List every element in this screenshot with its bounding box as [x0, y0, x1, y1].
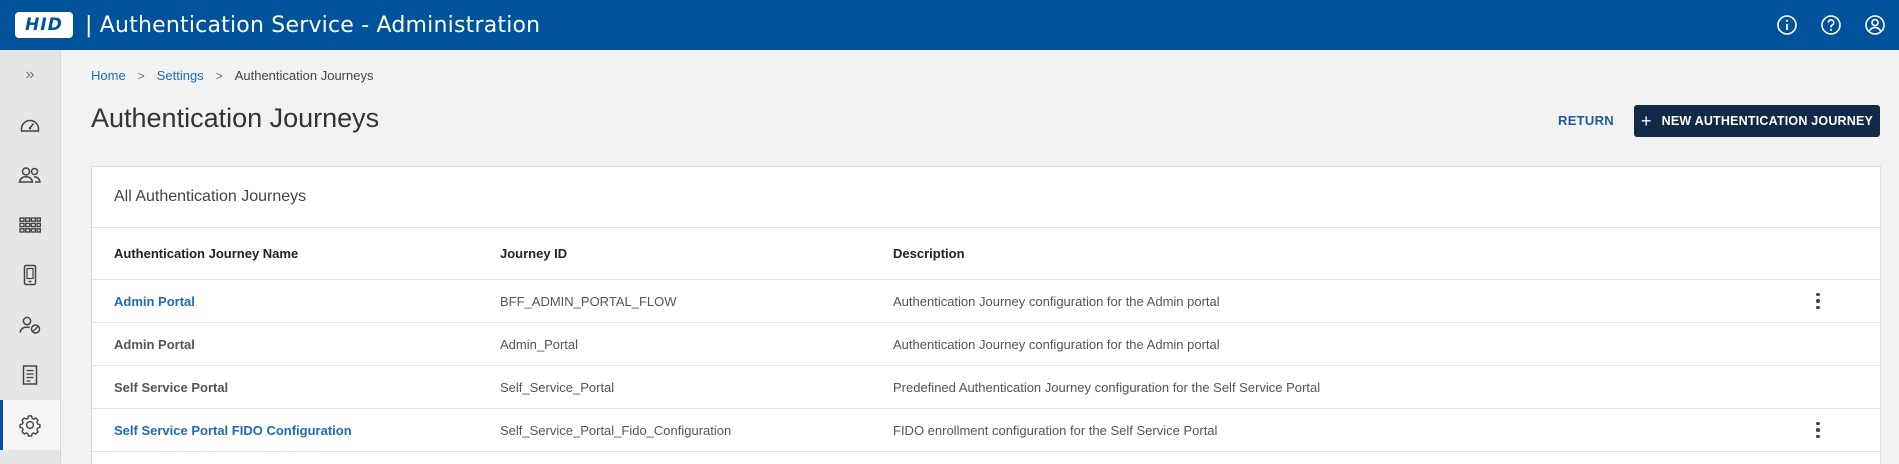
journey-id: Self_Service_Portal_Fido_Configuration — [500, 422, 732, 438]
breadcrumb: Home > Settings > Authentication Journey… — [91, 68, 373, 83]
mobile-device-icon — [23, 264, 37, 286]
new-authentication-journey-button[interactable]: + NEW AUTHENTICATION JOURNEY — [1634, 105, 1880, 137]
journey-id: Self_Service_Portal — [500, 379, 615, 395]
column-header-name: Authentication Journey Name — [114, 246, 299, 261]
dashboard-icon — [20, 119, 40, 132]
chevron-right-icon: > — [137, 68, 145, 83]
sidebar-item-settings[interactable] — [0, 400, 60, 450]
sidebar-item-devices[interactable] — [0, 250, 60, 300]
hid-logo: HID — [15, 12, 73, 38]
sidebar-item-users[interactable] — [0, 150, 60, 200]
audit-log-icon — [22, 365, 38, 385]
more-vert-icon[interactable] — [1808, 418, 1828, 442]
journey-name: Admin Portal — [114, 336, 195, 352]
users-icon — [18, 167, 41, 183]
new-button-label: NEW AUTHENTICATION JOURNEY — [1661, 114, 1874, 128]
table-row: Self Service Portal Self_Service_Portal … — [92, 366, 1880, 409]
journey-description: FIDO enrollment configuration for the Se… — [893, 422, 1218, 438]
journey-description: Predefined Authentication Journey config… — [893, 379, 1321, 395]
column-header-description: Description — [893, 246, 965, 261]
app-title: | Authentication Service - Administratio… — [85, 12, 541, 38]
user-security-icon — [19, 316, 41, 334]
journey-id: Admin_Portal — [500, 336, 579, 352]
more-vert-icon[interactable] — [1808, 289, 1828, 313]
table-row: Self Service Portal FIDO Configuration S… — [92, 409, 1880, 452]
table-row: Admin Portal Admin_Portal Authentication… — [92, 323, 1880, 366]
breadcrumb-home[interactable]: Home — [91, 68, 126, 83]
sidebar: » — [0, 50, 61, 464]
breadcrumb-settings[interactable]: Settings — [157, 68, 204, 83]
header-actions — [1775, 0, 1899, 50]
card-title: All Authentication Journeys — [92, 167, 1880, 228]
settings-icon — [19, 415, 41, 437]
journey-description: Authentication Journey configuration for… — [893, 293, 1220, 309]
sidebar-item-user-security[interactable] — [0, 300, 60, 350]
column-header-journey-id: Journey ID — [500, 246, 568, 261]
sidebar-item-dashboard[interactable] — [0, 100, 60, 150]
page-title: Authentication Journeys — [91, 103, 380, 133]
info-icon[interactable] — [1775, 13, 1799, 37]
table-header: Authentication Journey Name Journey ID D… — [92, 228, 1880, 280]
journeys-card: All Authentication Journeys Authenticati… — [91, 166, 1881, 464]
sidebar-expand-button[interactable]: » — [0, 50, 60, 100]
journey-name-link[interactable]: Admin Portal — [114, 294, 195, 309]
journey-description: Authentication Journey configuration for… — [893, 336, 1220, 352]
journey-name-link[interactable]: Self Service Portal FIDO Configuration — [114, 423, 352, 438]
plus-icon: + — [1640, 111, 1652, 131]
breadcrumb-current: Authentication Journeys — [234, 68, 374, 83]
top-bar: HID | Authentication Service - Administr… — [0, 0, 1899, 50]
sidebar-item-applications[interactable] — [0, 200, 60, 250]
help-icon[interactable] — [1819, 13, 1843, 37]
journey-id: BFF_ADMIN_PORTAL_FLOW — [500, 293, 677, 309]
chevron-right-icon: > — [215, 68, 223, 83]
user-account-icon[interactable] — [1863, 13, 1887, 37]
journey-name: Self Service Portal — [114, 379, 229, 395]
sidebar-item-audit[interactable] — [0, 350, 60, 400]
apps-grid-icon — [19, 217, 42, 233]
table-row: Admin Portal BFF_ADMIN_PORTAL_FLOW Authe… — [92, 280, 1880, 323]
return-button[interactable]: RETURN — [1548, 105, 1624, 135]
logo-text: HID — [25, 15, 63, 35]
